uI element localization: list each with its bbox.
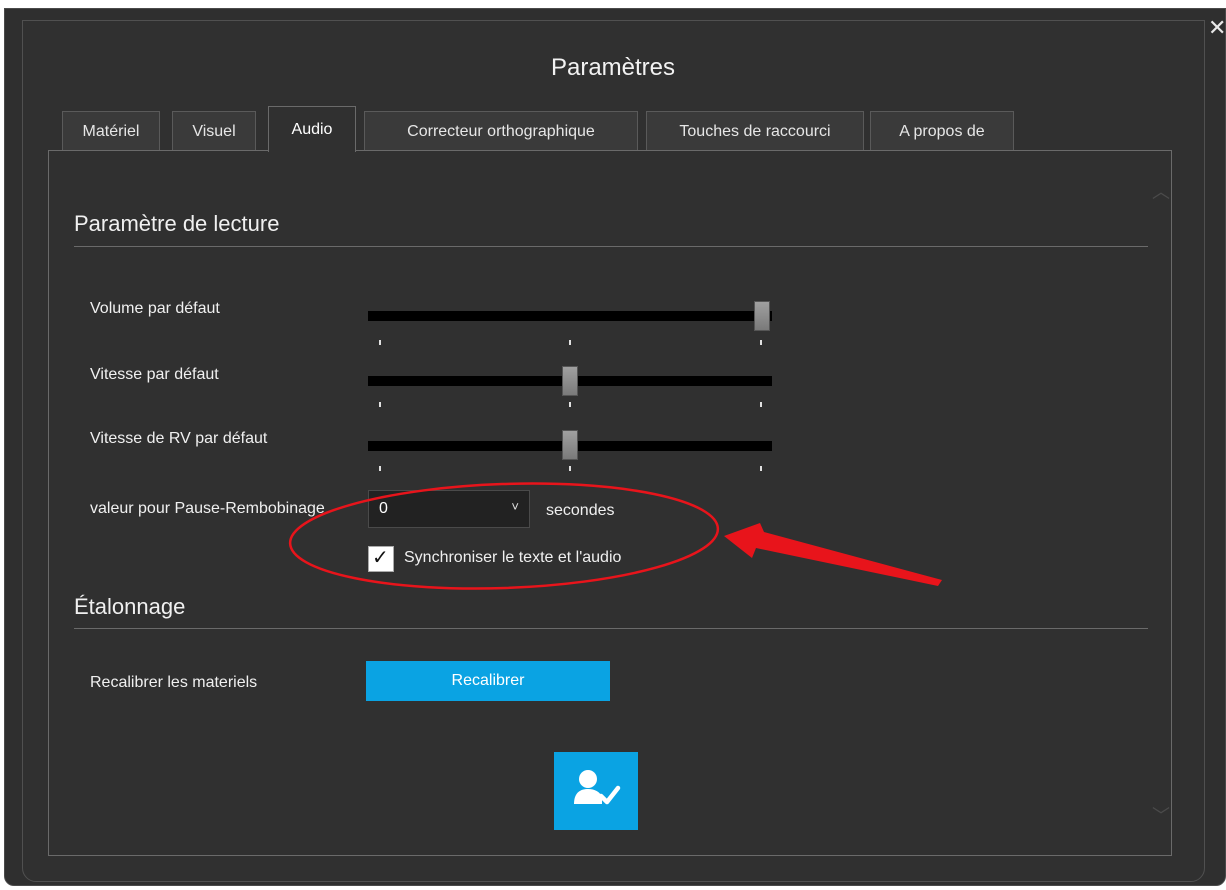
slider-thumb[interactable] [754, 301, 770, 331]
playback-section-heading: Paramètre de lecture [74, 211, 280, 236]
pause-rewind-value: 0 [379, 500, 388, 517]
slider-tick [379, 466, 381, 471]
chevron-down-icon: ˅ [511, 499, 519, 514]
section-divider [74, 246, 1148, 247]
slider-tick [569, 340, 571, 345]
speed-slider[interactable] [368, 366, 772, 416]
pause-rewind-select[interactable]: 0 ˅ [368, 490, 530, 528]
slider-thumb[interactable] [562, 430, 578, 460]
check-icon: ✓ [372, 545, 389, 569]
user-check-icon [574, 770, 621, 805]
volume-slider[interactable] [368, 300, 772, 350]
dialog-title: Paramètres [550, 54, 676, 81]
sync-checkbox[interactable]: ✓ [368, 545, 394, 572]
section-divider [74, 628, 1148, 629]
slider-tick [760, 402, 762, 407]
slider-tick [760, 340, 762, 345]
rv-speed-slider[interactable] [368, 430, 772, 480]
slider-tick [569, 466, 571, 471]
slider-tick [379, 340, 381, 345]
tab-audio[interactable]: Audio [268, 106, 356, 152]
pause-rewind-label: valeur pour Pause-Rembobinage [90, 500, 325, 517]
volume-label: Volume par défaut [90, 300, 220, 317]
slider-thumb[interactable] [562, 366, 578, 396]
tab-touches-de-raccourci[interactable]: Touches de raccourci [646, 111, 864, 151]
sync-label[interactable]: Synchroniser le texte et l'audio [404, 549, 621, 567]
slider-tick [379, 402, 381, 407]
chevron-up-icon[interactable]: ︿ [1152, 178, 1170, 204]
speed-label: Vitesse par défaut [90, 366, 219, 383]
tab-materiel[interactable]: Matériel [62, 111, 160, 151]
tab-visuel[interactable]: Visuel [172, 111, 256, 151]
tab-a-propos-de[interactable]: A propos de [870, 111, 1014, 151]
close-icon[interactable]: ✕ [1208, 16, 1226, 41]
calibration-section-heading: Étalonnage [74, 594, 186, 619]
settings-window: ✕ Paramètres Matériel Visuel Audio Corre… [0, 0, 1226, 890]
chevron-down-icon[interactable]: ﹀ [1152, 802, 1170, 828]
apply-user-button[interactable] [554, 752, 638, 830]
seconds-unit-label: secondes [546, 502, 615, 519]
slider-tick [760, 466, 762, 471]
rv-speed-label: Vitesse de RV par défaut [90, 430, 268, 447]
tab-correcteur-orthographique[interactable]: Correcteur orthographique [364, 111, 638, 151]
recalibrate-button[interactable]: Recalibrer [366, 661, 610, 701]
recalibrate-label: Recalibrer les materiels [90, 674, 258, 691]
slider-tick [569, 402, 571, 407]
top-strip [4, 0, 1204, 8]
slider-track [368, 311, 772, 321]
